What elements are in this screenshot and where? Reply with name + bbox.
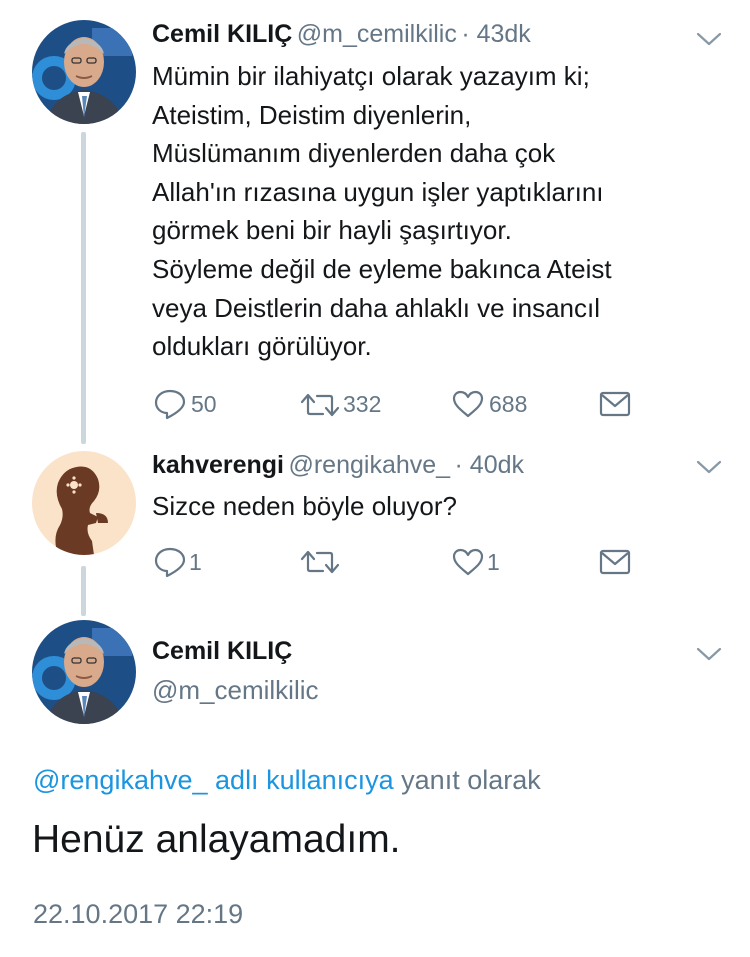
retweet-icon xyxy=(300,393,340,416)
tweet-time[interactable]: · 40dk xyxy=(455,451,524,479)
author-name[interactable]: Cemil KILIÇ xyxy=(152,20,292,48)
like-button[interactable]: 688 xyxy=(451,389,527,419)
chevron-down-icon[interactable] xyxy=(696,31,722,47)
tweet-text: Sizce neden böyle oluyor? xyxy=(152,487,732,526)
author-handle[interactable]: @rengikahve_ xyxy=(288,451,450,479)
thread-line xyxy=(81,132,86,444)
envelope-icon xyxy=(599,391,631,417)
tweet-line: Allah'ın rızasına uygun işler yaptıkları… xyxy=(152,176,604,207)
thread-line xyxy=(81,566,86,616)
tweet-line: Müslümanım diyenlerden daha çok xyxy=(152,138,556,169)
reply-button[interactable]: 1 xyxy=(153,546,202,578)
reply-context: @rengikahve_ adlı kullanıcıya yanıt olar… xyxy=(33,765,541,796)
retweet-count: 332 xyxy=(343,391,382,417)
tweet-line: oldukları görülüyor. xyxy=(152,331,372,362)
tweet-time[interactable]: · 43dk xyxy=(461,20,530,48)
tweet-header: kahverengi @rengikahve_ · 40dk xyxy=(152,451,524,480)
message-button[interactable] xyxy=(599,549,631,575)
main-tweet-text: Henüz anlayamadım. xyxy=(32,818,401,861)
author-name[interactable]: Cemil KILIÇ xyxy=(152,637,292,666)
tweet-line: Mümin bir ilahiyatçı olarak yazayım ki; xyxy=(152,61,590,91)
reply-count: 50 xyxy=(191,390,217,417)
avatar[interactable] xyxy=(32,451,136,555)
reply-to-suffix[interactable]: adlı kullanıcıya xyxy=(215,765,394,795)
author-handle[interactable]: @m_cemilkilic xyxy=(297,20,457,48)
retweet-button[interactable]: 332 xyxy=(299,391,381,418)
tweet-line: Ateistim, Deistim diyenlerin, xyxy=(152,99,472,130)
retweet-button[interactable] xyxy=(299,549,343,575)
avatar[interactable] xyxy=(32,620,136,724)
envelope-icon xyxy=(599,549,631,575)
like-button[interactable]: 1 xyxy=(451,547,500,577)
tweet-header: Cemil KILIÇ @m_cemilkilic · 43dk xyxy=(152,20,531,49)
reply-count: 1 xyxy=(189,548,202,575)
like-count: 688 xyxy=(489,390,528,417)
retweet-icon xyxy=(300,550,340,574)
like-count: 1 xyxy=(487,548,500,575)
author-handle[interactable]: @m_cemilkilic xyxy=(152,675,319,706)
tweet-text: Mümin bir ilahiyatçı olarak yazayım ki; … xyxy=(152,57,732,366)
chevron-down-icon[interactable] xyxy=(696,459,722,475)
chevron-down-icon[interactable] xyxy=(696,646,722,662)
tweet-line: görmek beni bir hayli şaşırtıyor. xyxy=(152,215,512,246)
tweet-line: veya Deistlerin daha ahlaklı ve insancıl xyxy=(152,292,601,323)
heart-icon xyxy=(452,390,484,418)
reply-icon xyxy=(154,547,186,578)
message-button[interactable] xyxy=(599,391,631,417)
avatar[interactable] xyxy=(32,20,136,124)
reply-icon xyxy=(154,389,186,420)
author-name[interactable]: kahverengi xyxy=(152,451,284,479)
tweet-line: Söyleme değil de eyleme bakınca Ateist xyxy=(152,253,612,284)
reply-to-tail: yanıt olarak xyxy=(401,765,541,795)
tweet-line: Sizce neden böyle oluyor? xyxy=(152,491,457,521)
tweet-timestamp[interactable]: 22.10.2017 22:19 xyxy=(33,899,243,930)
reply-button[interactable]: 50 xyxy=(153,388,217,420)
reply-to-link[interactable]: @rengikahve_ xyxy=(33,765,208,795)
heart-icon xyxy=(452,548,484,576)
